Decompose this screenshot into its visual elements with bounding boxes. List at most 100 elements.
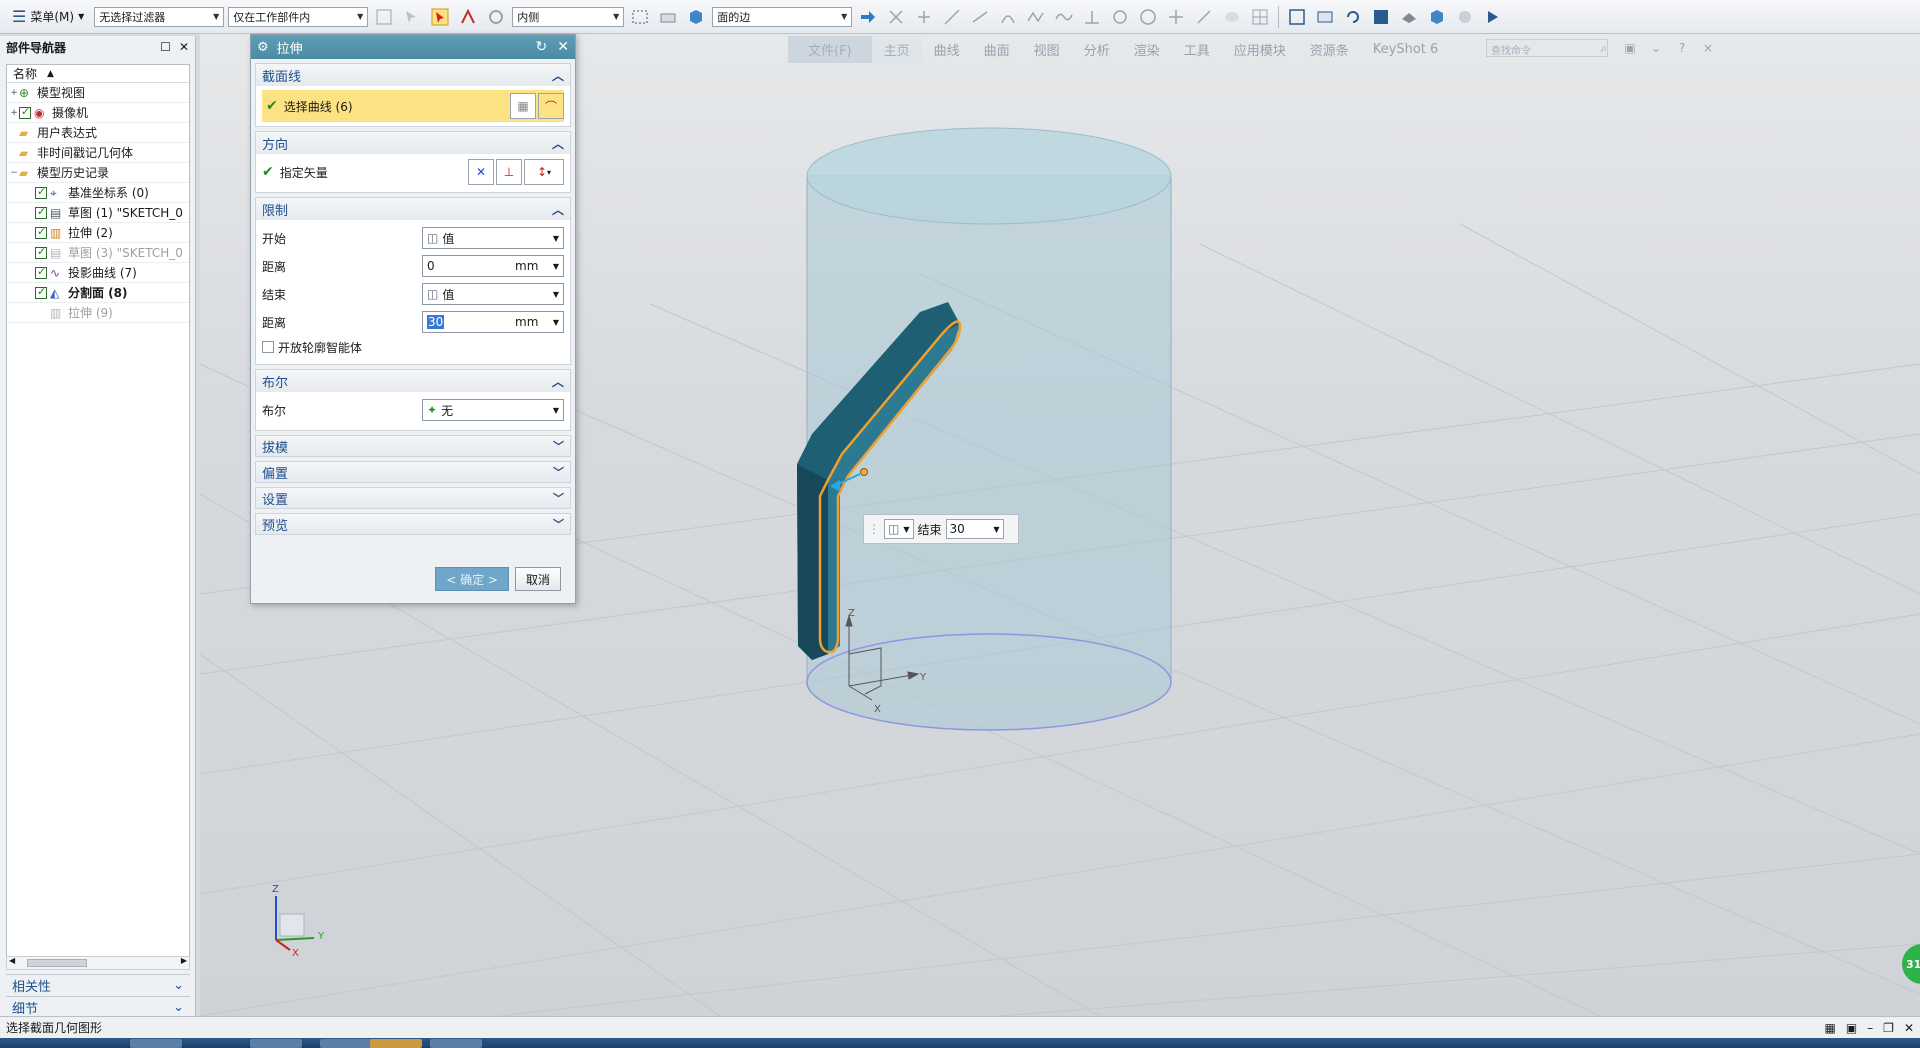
visibility-checkbox[interactable] — [35, 265, 47, 279]
tab-tools[interactable]: 工具 — [1172, 36, 1222, 63]
onscreen-end-value[interactable]: 30 ▼ — [945, 519, 1004, 539]
onscreen-end-input[interactable]: ⋮ ◫ ▼ 结束 30 ▼ — [863, 514, 1019, 544]
tree-item[interactable]: ▥ 拉伸 (9) — [7, 303, 189, 323]
navigator-tree[interactable]: 名称 ▲ +⊕模型视图+◉摄像机▰用户表达式▰非时间戳记几何体−▰模型历史记录⌖… — [6, 64, 190, 960]
render-style-icon[interactable] — [1397, 5, 1421, 29]
line-icon[interactable] — [940, 5, 964, 29]
zoom-icon[interactable] — [1313, 5, 1337, 29]
dialog-titlebar[interactable]: ⚙ 拉伸 ↻ ✕ — [251, 35, 575, 59]
spline-icon[interactable] — [1024, 5, 1048, 29]
curve-select-button[interactable]: ⌒ — [538, 93, 564, 119]
reset-icon[interactable]: ↻ — [536, 39, 548, 55]
ok-button[interactable]: < 确定 > — [435, 567, 509, 591]
perpendicular-icon[interactable] — [1080, 5, 1104, 29]
tab-view[interactable]: 视图 — [1022, 36, 1072, 63]
snap-end-icon[interactable] — [912, 5, 936, 29]
visibility-checkbox[interactable] — [35, 205, 47, 219]
horizontal-scrollbar[interactable]: ◀ ▶ — [6, 956, 190, 970]
restore-icon[interactable]: ❐ — [1883, 1021, 1894, 1035]
play-icon[interactable] — [1481, 5, 1505, 29]
circle-icon[interactable] — [1108, 5, 1132, 29]
group-header-section[interactable]: 截面线 ︿ — [256, 64, 570, 86]
tree-item[interactable]: ∿ 投影曲线 (7) — [7, 263, 189, 283]
window-icon[interactable]: ▣ — [1622, 40, 1638, 56]
tab-home[interactable]: 主页 — [871, 35, 922, 63]
status-view-icon[interactable]: ▦ — [1824, 1021, 1835, 1035]
tree-item[interactable]: ▤ 草图 (3) "SKETCH_0 — [7, 243, 189, 263]
selection-filter-select[interactable]: 无选择过滤器 ▼ — [94, 6, 225, 27]
close-icon[interactable]: ✕ — [179, 40, 189, 54]
tree-item[interactable]: + ⊕ 模型视图 — [7, 83, 189, 103]
selection-scope-select[interactable]: 仅在工作部件内 ▼ — [228, 6, 369, 27]
expand-icon[interactable]: + — [9, 88, 19, 98]
search-icon[interactable]: ⌕ — [1596, 40, 1612, 56]
visibility-checkbox[interactable] — [19, 105, 31, 119]
taskbar-item[interactable] — [250, 1039, 302, 1048]
tree-item[interactable]: ▰ 非时间戳记几何体 — [7, 143, 189, 163]
close-icon[interactable]: × — [1700, 40, 1716, 56]
chevron-down-icon[interactable]: ⌄ — [1648, 40, 1664, 56]
select-curve-row[interactable]: ✔ 选择曲线 (6) ▦ ⌒ — [262, 90, 564, 122]
tree-item[interactable]: ⌖ 基准坐标系 (0) — [7, 183, 189, 203]
visibility-checkbox[interactable] — [35, 225, 47, 239]
section-details[interactable]: 细节 ⌄ — [6, 996, 190, 1018]
maximize-icon[interactable]: ☐ — [160, 40, 171, 54]
tree-item[interactable]: − ▰ 模型历史记录 — [7, 163, 189, 183]
tab-analysis[interactable]: 分析 — [1072, 36, 1122, 63]
curve-rule-select[interactable]: 面的边 ▼ — [712, 6, 853, 27]
grid-icon[interactable] — [1248, 5, 1272, 29]
tree-item[interactable]: ▰ 用户表达式 — [7, 123, 189, 143]
value-type-select[interactable]: ◫ ▼ — [884, 519, 914, 539]
selection-cursor-icon[interactable] — [428, 5, 452, 29]
arrow-right-icon[interactable] — [856, 5, 880, 29]
slash-icon[interactable] — [1192, 5, 1216, 29]
start-distance-input[interactable]: 0 mm ▼ — [422, 255, 564, 277]
vector-dialog-button[interactable]: ⊥ — [496, 159, 522, 185]
curve-icon[interactable] — [1052, 5, 1076, 29]
tab-applications[interactable]: 应用模块 — [1222, 36, 1298, 63]
group-draft[interactable]: 拔模 ﹀ — [255, 435, 571, 457]
open-profile-checkbox[interactable] — [262, 341, 274, 353]
filter-select-icon[interactable] — [484, 5, 508, 29]
group-preview[interactable]: 预览 ﹀ — [255, 513, 571, 535]
cancel-button[interactable]: 取消 — [514, 567, 561, 591]
tab-resource-bar[interactable]: 资源条 — [1298, 36, 1361, 63]
group-offset[interactable]: 偏置 ﹀ — [255, 461, 571, 483]
vector-type-select[interactable]: ↕ ▾ — [524, 159, 564, 185]
section-dependencies[interactable]: 相关性 ⌄ — [6, 974, 190, 996]
point-icon[interactable] — [1164, 5, 1188, 29]
orient-view-icon[interactable] — [1369, 5, 1393, 29]
quick-pick-icon[interactable] — [456, 5, 480, 29]
minimize-icon[interactable]: – — [1867, 1021, 1873, 1035]
taskbar-item[interactable] — [430, 1039, 482, 1048]
menu-button[interactable]: ☰ 菜单(M) ▼ — [6, 5, 90, 29]
group-header-boolean[interactable]: 布尔 ︿ — [256, 370, 570, 392]
palette-icon[interactable] — [1220, 5, 1244, 29]
command-search-input[interactable]: 查找命令 — [1486, 39, 1608, 57]
reverse-direction-button[interactable]: ✕ — [468, 159, 494, 185]
shaded-cube-icon[interactable] — [1425, 5, 1449, 29]
taskbar-item[interactable] — [130, 1039, 182, 1048]
tab-surface[interactable]: 曲面 — [972, 36, 1022, 63]
snap-icon[interactable] — [372, 5, 396, 29]
close-icon[interactable]: ✕ — [1904, 1021, 1914, 1035]
solid-body-icon[interactable] — [684, 5, 708, 29]
scrollbar-thumb[interactable] — [27, 959, 87, 967]
taskbar-item[interactable] — [320, 1039, 372, 1048]
visibility-checkbox[interactable] — [35, 285, 47, 299]
start-type-select[interactable]: ◫ 值 ▼ — [422, 227, 564, 249]
group-header-direction[interactable]: 方向 ︿ — [256, 132, 570, 154]
end-type-select[interactable]: ◫ 值 ▼ — [422, 283, 564, 305]
curve-intent-select[interactable]: 内侧 ▼ — [512, 6, 625, 27]
line2-icon[interactable] — [968, 5, 992, 29]
visibility-checkbox[interactable] — [35, 245, 47, 259]
tab-keyshot[interactable]: KeyShot 6 — [1361, 38, 1451, 61]
close-icon[interactable]: ✕ — [557, 39, 569, 55]
help-icon[interactable]: ? — [1674, 40, 1690, 56]
circle2-icon[interactable] — [1136, 5, 1160, 29]
status-window-icon[interactable]: ▣ — [1846, 1021, 1857, 1035]
eraser-icon[interactable] — [656, 5, 680, 29]
tree-item[interactable]: + ◉ 摄像机 — [7, 103, 189, 123]
tab-file[interactable]: 文件(F) — [788, 35, 872, 63]
select-toggle-icon[interactable] — [400, 5, 424, 29]
